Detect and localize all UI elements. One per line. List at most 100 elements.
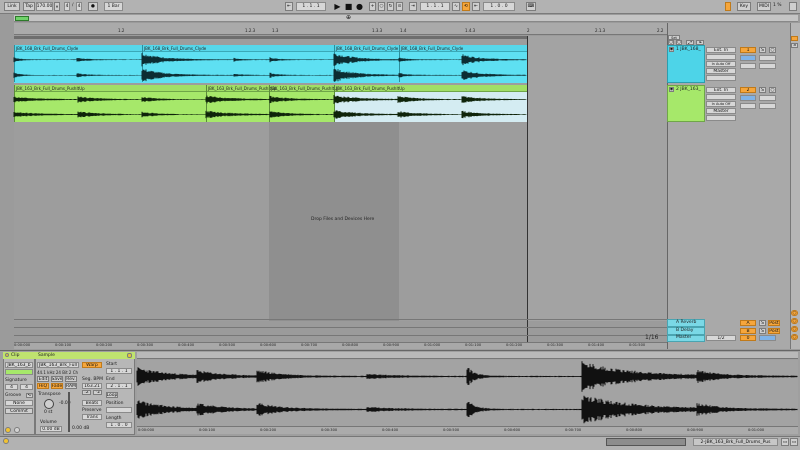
track-2-input-channel[interactable] [706, 94, 736, 100]
stop-button[interactable]: ■ [344, 2, 353, 11]
loop-start-field[interactable]: 1 . 1 . 1 [420, 2, 450, 11]
return-a-solo[interactable]: S [759, 320, 766, 326]
track-2-send-a[interactable] [740, 103, 756, 109]
warp-button[interactable]: Warp [82, 362, 102, 368]
return-b-post[interactable]: Post [768, 328, 780, 334]
crossfader-toggle[interactable]: ○ [791, 334, 798, 340]
groove-commit-button[interactable]: Commit [5, 408, 33, 414]
groove-hot-swap-icon[interactable]: ⟲ [26, 393, 33, 398]
clip-tab-label[interactable]: Clip [11, 353, 20, 358]
sample-tab-label[interactable]: Sample [38, 353, 55, 358]
midi-map-button[interactable]: MIDI [757, 2, 771, 11]
time-signature-numerator[interactable]: 4 [64, 2, 70, 11]
overview-visible-region[interactable] [15, 16, 29, 21]
track-2-output[interactable]: Master [706, 108, 736, 114]
track-1-output-sub[interactable] [706, 75, 736, 81]
start-field[interactable]: 1 . 1 . 1 [106, 368, 132, 374]
tempo-field[interactable]: 170.00 [36, 2, 53, 11]
punch-in-button[interactable]: ⇥ [409, 2, 417, 11]
clip-color-field[interactable] [5, 369, 33, 375]
track-1-activator[interactable]: 1 [740, 47, 756, 53]
clip-name[interactable]: JBK_163_Brk_Full_Drums_PushItUp [336, 86, 405, 91]
loop-brace-top[interactable] [14, 36, 527, 39]
clip-name[interactable]: JBK_163_Brk_Full_Drums_PushItUp [271, 86, 340, 91]
seg-bpm-field[interactable]: 163.21 [82, 383, 102, 389]
track-1-send-a[interactable] [740, 63, 756, 69]
ram-button[interactable]: RAM [65, 383, 77, 389]
clip-name[interactable]: JBK_163_Brk_Full_Drums_PushItUp [16, 86, 85, 91]
volume-value[interactable]: 0.00 dB [40, 426, 62, 432]
clip-name[interactable]: JBK_168_Brk_Full_Drums_Clyde [16, 46, 78, 51]
track-2-activator[interactable]: 2 [740, 87, 756, 93]
key-map-button[interactable]: Key [737, 2, 751, 11]
return-b-name[interactable]: B Delay [676, 328, 693, 333]
link-button[interactable]: Link [4, 2, 20, 11]
track-2-name[interactable]: 2 JBK_163_ [676, 87, 701, 92]
return-a-name[interactable]: A Reverb [676, 320, 696, 325]
mixer-toggle[interactable]: ○ [791, 310, 798, 316]
sample-tab-icon[interactable] [127, 353, 132, 358]
sends-toggle[interactable]: S [791, 43, 798, 48]
track-2-arm[interactable]: ○ [769, 87, 776, 93]
loop-button[interactable]: Loop [106, 392, 118, 398]
track-1-send-b[interactable] [759, 63, 776, 69]
clip-sig-num[interactable]: 4 [5, 384, 18, 390]
return-a-post[interactable]: Post [768, 320, 780, 326]
track-1-arm[interactable]: ○ [769, 47, 776, 53]
track-1-solo[interactable]: S [759, 47, 766, 53]
track-1-name[interactable]: 1 JBK_168_ [676, 47, 701, 52]
clip-name-field[interactable]: JBK_163_b [5, 362, 33, 368]
transpose-value[interactable]: 0 st [44, 410, 52, 415]
track-2-output-sub[interactable] [706, 115, 736, 121]
track-2-monitor[interactable]: In Auto Off [706, 101, 736, 107]
fade-button[interactable]: Fade [51, 383, 63, 389]
bpm-half-button[interactable]: :2 [82, 390, 91, 395]
track-2-fold-icon[interactable]: ◉ [669, 87, 674, 92]
groove-select[interactable]: None [5, 400, 33, 406]
length-field[interactable]: 1 . 0 . 0 [106, 422, 132, 428]
clip-launch-icon[interactable] [5, 427, 11, 433]
tap-button[interactable]: Tap [23, 2, 35, 11]
sample-name-field[interactable]: JBK_163_Brk_Full [37, 362, 79, 368]
clip-view-toggle-icon[interactable] [3, 438, 9, 444]
preserve-select[interactable]: Trans [82, 414, 102, 420]
sample-editor-ruler[interactable] [137, 352, 798, 359]
track-1-volume[interactable] [740, 55, 756, 61]
sample-save-button[interactable]: Save [51, 376, 63, 382]
key-map-indicator[interactable] [725, 2, 731, 11]
bpm-double-button[interactable]: *2 [93, 390, 102, 395]
arrangement-position-field[interactable]: 1 . 1 . 1 [296, 2, 326, 11]
volume-slider[interactable] [68, 392, 70, 432]
loop-switch[interactable]: ⟲ [462, 2, 470, 11]
arrangement-overview[interactable] [14, 15, 798, 22]
reenable-automation-button[interactable]: ↻ [387, 2, 394, 11]
sample-reverse-button[interactable]: Rev. [65, 376, 77, 382]
session-record-button[interactable]: ⊙ [396, 2, 403, 11]
beat-time-ruler[interactable] [14, 23, 667, 35]
master-cue-out[interactable]: 1/2 [706, 335, 736, 341]
return-b-activator[interactable]: B [740, 328, 756, 334]
nudge-down-button[interactable]: ⏸ [54, 2, 60, 11]
status-view-toggle-a[interactable]: ▭ [781, 438, 789, 446]
clip-name[interactable]: JBK_168_Brk_Full_Drums_Clyde [401, 46, 463, 51]
hiq-button[interactable]: HiQ [37, 383, 49, 389]
computer-midi-keyboard-button[interactable]: ⌨ [526, 2, 536, 11]
warp-mode-select[interactable]: Beats [82, 400, 102, 406]
follow-button[interactable]: ⇤ [285, 2, 293, 11]
track-1-pan[interactable] [759, 55, 776, 61]
clip-name[interactable]: JBK_168_Brk_Full_Drums_Clyde [144, 46, 206, 51]
track-2-send-b[interactable] [759, 103, 776, 109]
track-2-solo[interactable]: S [759, 87, 766, 93]
zoom-icon[interactable]: ⊕ [346, 14, 351, 21]
master-name[interactable]: Master [676, 335, 691, 340]
draw-mode-button[interactable]: ∿ [452, 2, 460, 11]
return-b-solo[interactable]: S [759, 328, 766, 334]
status-view-toggle-b[interactable]: ▭ [790, 438, 798, 446]
sample-edit-button[interactable]: Edit [37, 376, 49, 382]
quantize-menu[interactable]: 1 Bar [104, 2, 123, 11]
track-1-output[interactable]: Master [706, 68, 736, 74]
track-2-input-type[interactable]: Ext. In [706, 87, 736, 93]
position-field[interactable] [106, 407, 132, 413]
metronome-button[interactable]: ● [88, 2, 98, 11]
returns-toggle[interactable]: ○ [791, 318, 798, 324]
